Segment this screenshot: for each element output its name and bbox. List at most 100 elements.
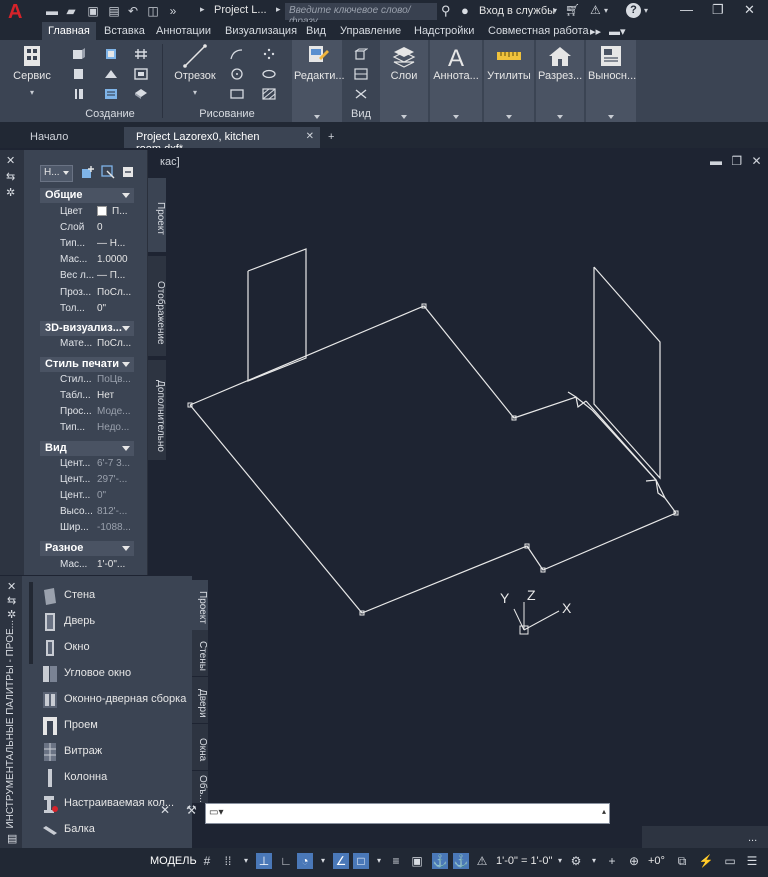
clean-screen-icon[interactable]: ▭ (722, 853, 738, 869)
open-folder-icon[interactable]: ▰ (64, 4, 78, 18)
prop-value[interactable]: 812'-... (97, 506, 135, 517)
prop-value[interactable]: 0" (97, 490, 135, 501)
prop-value[interactable]: 297'-... (97, 474, 135, 485)
app-logo-icon[interactable]: A (8, 1, 22, 24)
palette-autohide-icon[interactable]: ⇆ (6, 170, 15, 183)
customization-menu-icon[interactable]: ☰ (744, 853, 760, 869)
palette-tab-doors[interactable]: Двери (192, 677, 208, 723)
stair-tool-icon[interactable] (104, 88, 118, 100)
callout-chevron-down-icon[interactable] (608, 115, 614, 119)
door-tool-icon[interactable] (104, 48, 118, 60)
prop-value[interactable]: ПоСл... (97, 287, 135, 298)
infer-constraints-icon[interactable]: ⊥ (256, 853, 272, 869)
command-customize-icon[interactable]: ⚒ (186, 803, 197, 817)
edit-button[interactable]: Редакти... (294, 44, 345, 82)
section-button[interactable]: Разрез... (538, 44, 582, 82)
slab-tool-icon[interactable] (134, 88, 148, 100)
utilities-button[interactable]: Утилиты (486, 44, 532, 82)
section-misc[interactable]: Разное (40, 541, 134, 556)
tool-corner-window[interactable]: Угловое окно (42, 662, 192, 686)
command-history-icon[interactable]: ▴ (602, 807, 606, 816)
close-icon[interactable]: ✕ (744, 2, 755, 18)
angle-value[interactable]: +0° (648, 855, 665, 867)
layers-button[interactable]: Слои (382, 44, 426, 82)
callout-button[interactable]: Выносн... (588, 44, 636, 82)
hardware-acceleration-icon[interactable]: ⚡ (698, 853, 714, 869)
layers-chevron-down-icon[interactable] (401, 115, 407, 119)
prop-value[interactable]: 1.0000 (97, 254, 135, 265)
tab-addins[interactable]: Надстройки (408, 22, 480, 40)
select-objects-icon[interactable] (101, 165, 115, 179)
polyline-icon[interactable] (230, 48, 244, 60)
polar-tracking-icon[interactable]: ◔ (297, 853, 313, 869)
window-tool-icon[interactable] (72, 68, 86, 80)
snap-mode-icon[interactable]: ⁞⁞ (220, 853, 236, 869)
autodesk-a360-icon[interactable]: ⚠︎ (590, 3, 601, 17)
more-icon[interactable]: » (166, 4, 180, 18)
view-orbit-icon[interactable] (354, 88, 368, 100)
osnap-chevron-down-icon[interactable]: ▾ (371, 853, 387, 869)
utilities-chevron-down-icon[interactable] (506, 115, 512, 119)
prop-value[interactable]: Моде... (97, 406, 135, 417)
view-cube-icon[interactable] (354, 48, 368, 60)
elevation-icon[interactable]: ⊕ (626, 853, 642, 869)
section-view[interactable]: Вид (40, 441, 134, 456)
tab-annotate[interactable]: Аннотации (150, 22, 217, 40)
workspace-gear-icon[interactable]: ⚙ (568, 853, 584, 869)
prop-value[interactable]: 0" (97, 303, 135, 314)
tool-palette-autohide-icon[interactable]: ⇆ (7, 594, 16, 607)
prop-value[interactable]: -1088... (97, 522, 135, 533)
annotation-monitor-icon[interactable]: + (604, 853, 620, 869)
search-input[interactable]: Введите ключевое слово/фразу (285, 3, 437, 27)
vtab-project[interactable]: Проект (148, 178, 166, 252)
isometric-drafting-icon[interactable]: ∠ (333, 853, 349, 869)
grid-tool-icon[interactable] (134, 48, 148, 60)
tool-palette-properties-icon[interactable]: ▤ (7, 832, 17, 845)
dynamic-input-icon[interactable]: ∟ (278, 853, 294, 869)
command-close-icon[interactable]: ✕ (160, 803, 170, 817)
tab-home[interactable]: Главная (42, 22, 96, 40)
quick-select-icon[interactable] (121, 165, 135, 179)
sign-in-label[interactable]: Вход в службы (479, 5, 555, 17)
lineweight-icon[interactable]: ≡ (388, 853, 404, 869)
service-chevron-down-icon[interactable]: ▾ (8, 88, 56, 97)
command-input[interactable]: ▭▾ ▴ (205, 803, 610, 824)
section-3d-viz[interactable]: 3D-визуализ... (40, 321, 134, 336)
line-chevron-down-icon[interactable]: ▾ (170, 88, 220, 97)
palette-scrollbar[interactable] (29, 582, 33, 664)
save-as-icon[interactable]: ▤ (107, 4, 121, 18)
palette-tab-objects[interactable]: Объ... (192, 771, 208, 803)
wall-tool-icon[interactable] (72, 48, 86, 60)
prop-value[interactable]: 6'-7 3... (97, 458, 135, 469)
quick-properties-icon[interactable]: ⧉ (674, 853, 690, 869)
tab-start[interactable]: Начало (18, 127, 80, 148)
vtab-extended[interactable]: Дополнительно (148, 360, 166, 460)
search-icon[interactable]: ⚲ (441, 3, 451, 19)
service-button[interactable]: Сервис ▾ (8, 44, 56, 97)
prop-value[interactable]: 1'-0"... (97, 559, 135, 570)
user-chevron-down-icon[interactable]: ▾ (553, 6, 557, 15)
tab-close-icon[interactable]: ✕ (306, 131, 314, 142)
a360-chevron-down-icon[interactable]: ▾ (604, 6, 608, 15)
prop-value[interactable]: Нет (97, 390, 135, 401)
user-icon[interactable]: ● (461, 3, 469, 18)
share-file-icon[interactable]: ◫ (146, 4, 160, 18)
palette-close-icon[interactable]: ✕ (6, 154, 15, 167)
palette-tab-design[interactable]: Проект (192, 580, 208, 630)
help-chevron-down-icon[interactable]: ▾ (644, 6, 648, 15)
help-icon[interactable]: ? (626, 3, 641, 18)
tool-opening[interactable]: Проем (42, 714, 192, 738)
model-space-toggle[interactable]: МОДЕЛЬ (146, 852, 201, 872)
tab-collaborate[interactable]: Совместная работа (482, 22, 595, 40)
tool-window[interactable]: Окно (42, 636, 192, 660)
prop-value[interactable]: — Н... (97, 238, 135, 249)
point-icon[interactable] (262, 48, 276, 60)
tab-render[interactable]: Визуализация (219, 22, 303, 40)
prop-value[interactable]: П... (112, 206, 136, 217)
tab-manage[interactable]: Управление (334, 22, 407, 40)
new-file-icon[interactable]: ▬ (45, 4, 59, 18)
command-prompt-icon[interactable]: ▭▾ (209, 807, 223, 818)
edit-chevron-down-icon[interactable] (314, 115, 320, 119)
restore-icon[interactable]: ❐ (712, 2, 724, 18)
section-general[interactable]: Общие (40, 188, 134, 203)
